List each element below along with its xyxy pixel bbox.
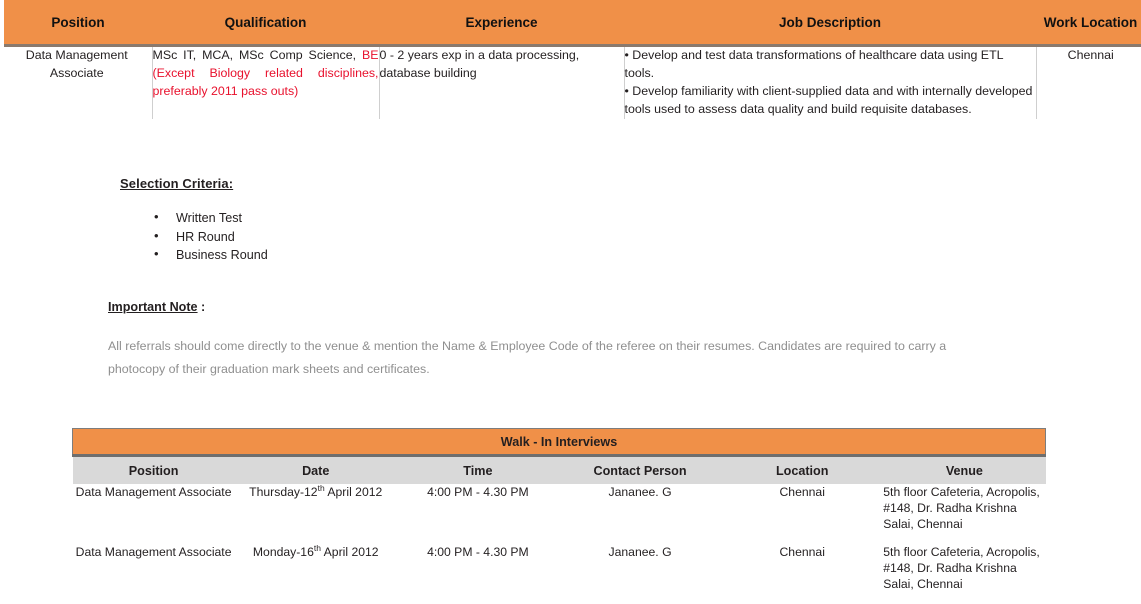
column-header-job-description: Job Description bbox=[624, 0, 1036, 47]
walkin-interviews-table: Walk - In Interviews Position Date Time … bbox=[72, 428, 1046, 604]
cell-date: Thursday-12th April 2012 bbox=[235, 484, 397, 544]
column-header-experience: Experience bbox=[379, 0, 624, 47]
cell-location: Chennai bbox=[779, 545, 825, 559]
table-row: Data Management Associate Thursday-12th … bbox=[73, 484, 1046, 544]
column-header-qualification: Qualification bbox=[152, 0, 379, 47]
job-description-bullet: • Develop familiarity with client-suppli… bbox=[624, 83, 1033, 116]
cell-position: Data Management Associate bbox=[75, 485, 232, 499]
list-item: Written Test bbox=[154, 208, 268, 228]
selection-criteria-list: Written Test HR Round Business Round bbox=[120, 208, 268, 265]
important-note-heading-text: Important Note bbox=[108, 300, 198, 314]
cell-qualification: MSc IT, MCA, MSc Comp Science, BE (Excep… bbox=[152, 45, 380, 119]
column-header-location: Location bbox=[721, 455, 884, 484]
column-header-date: Date bbox=[234, 455, 397, 484]
cell-experience: 0 - 2 years exp in a data processing, da… bbox=[379, 45, 625, 119]
column-header-position: Position bbox=[72, 455, 235, 484]
walkin-interviews-section: Walk - In Interviews Position Date Time … bbox=[72, 428, 1046, 604]
walkin-title-row: Walk - In Interviews bbox=[72, 428, 1046, 457]
job-openings-table: Position Qualification Experience Job De… bbox=[0, 0, 1141, 119]
qualification-plain-text: MSc IT, MCA, MSc Comp Science, bbox=[152, 48, 362, 62]
date-prefix: Monday-16 bbox=[252, 545, 314, 559]
date-suffix: April 2012 bbox=[320, 545, 379, 559]
cell-position: Data Management Associate bbox=[75, 545, 232, 559]
column-header-venue: Venue bbox=[883, 455, 1046, 484]
walkin-column-header-row: Position Date Time Contact Person Locati… bbox=[72, 455, 1046, 484]
date-ordinal-suffix: th bbox=[317, 482, 325, 493]
cell-date: Monday-16th April 2012 bbox=[235, 544, 397, 604]
cell-job-description: • Develop and test data transformations … bbox=[624, 45, 1037, 119]
list-item: HR Round bbox=[154, 227, 268, 247]
date-prefix: Thursday-12 bbox=[249, 485, 318, 499]
cell-time: 4:00 PM - 4.30 PM bbox=[427, 485, 529, 499]
list-item: Business Round bbox=[154, 245, 268, 265]
job-description-bullet: • Develop and test data transformations … bbox=[624, 48, 1004, 80]
job-table-header-row: Position Qualification Experience Job De… bbox=[0, 0, 1141, 47]
selection-criteria-heading: Selection Criteria: bbox=[120, 176, 234, 191]
walkin-table-header: Walk - In Interviews Position Date Time … bbox=[72, 428, 1046, 484]
cell-venue: 5th floor Cafeteria, Acropolis, #148, Dr… bbox=[883, 545, 1040, 591]
date-suffix: April 2012 bbox=[324, 485, 383, 499]
cell-time: 4:00 PM - 4.30 PM bbox=[427, 545, 529, 559]
important-note-heading: Important Note : bbox=[108, 300, 1008, 314]
table-row: Data Management Associate Monday-16th Ap… bbox=[73, 544, 1046, 604]
important-note-section: Important Note : All referrals should co… bbox=[108, 300, 1008, 381]
important-note-body: All referrals should come directly to th… bbox=[108, 339, 947, 376]
table-row: Data Management Associate MSc IT, MCA, M… bbox=[2, 45, 1141, 119]
job-table-body: Data Management Associate MSc IT, MCA, M… bbox=[2, 45, 1141, 119]
cell-venue: 5th floor Cafeteria, Acropolis, #148, Dr… bbox=[883, 485, 1040, 531]
cell-contact-person: Jananee. G bbox=[608, 485, 672, 499]
cell-location: Chennai bbox=[779, 485, 825, 499]
selection-criteria-section: Selection Criteria: Written Test HR Roun… bbox=[120, 176, 268, 265]
cell-work-location: Chennai bbox=[1067, 48, 1114, 62]
date-ordinal-suffix: th bbox=[313, 542, 321, 553]
column-header-time: Time bbox=[396, 455, 559, 484]
column-header-work-location: Work Location bbox=[1036, 0, 1141, 47]
walkin-table-body: Data Management Associate Thursday-12th … bbox=[73, 484, 1046, 604]
cell-position: Data Management Associate bbox=[2, 45, 153, 119]
cell-contact-person: Jananee. G bbox=[608, 545, 672, 559]
column-header-contact-person: Contact Person bbox=[558, 455, 722, 484]
job-table-header: Position Qualification Experience Job De… bbox=[0, 0, 1141, 47]
column-header-position: Position bbox=[0, 0, 152, 47]
important-note-heading-suffix: : bbox=[197, 300, 206, 314]
walkin-title: Walk - In Interviews bbox=[72, 428, 1046, 457]
